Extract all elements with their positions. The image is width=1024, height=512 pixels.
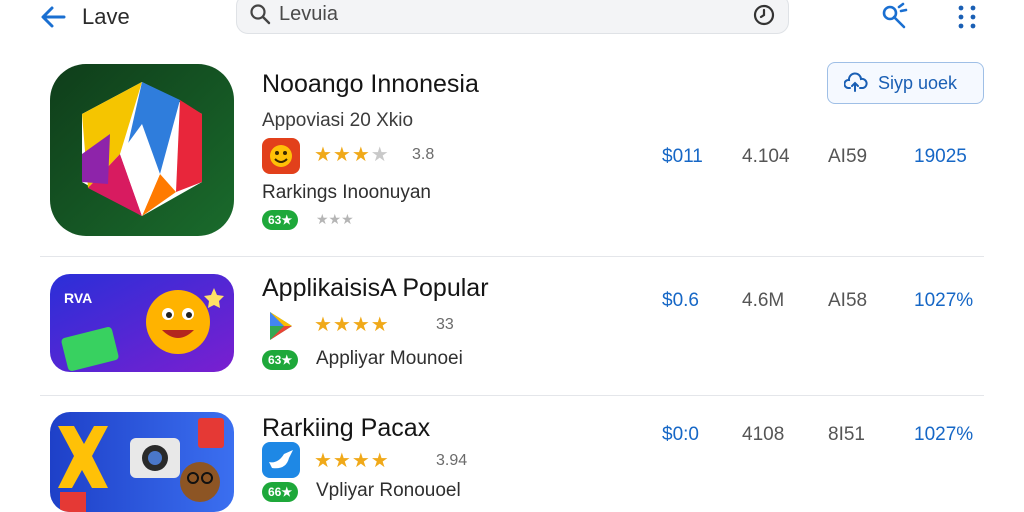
rank-value: 1027% [914, 424, 974, 445]
app-list-item[interactable]: Rarkiing Pacax ★★★★ 3.94 66★ Vpliyar Ron… [40, 404, 984, 512]
back-label: Lave [82, 4, 130, 29]
action-button[interactable]: Siyp uoek [827, 62, 984, 104]
metric-value: 8I51 [828, 424, 865, 445]
rank-value: 19025 [914, 146, 967, 167]
top-bar: Lave [0, 0, 1024, 40]
app-list-item[interactable]: RVA ApplikaisisA Popular ★★★★ 33 63★ App… [40, 266, 984, 390]
status-badge: 66★ [262, 482, 299, 502]
metric-value: AI58 [828, 290, 868, 311]
search-bar[interactable] [236, 0, 789, 34]
price-value: $011 [662, 146, 703, 167]
rating-value: 3.8 [412, 146, 435, 163]
status-badge: 63★ [262, 350, 299, 370]
app-icon-text: RVA [64, 290, 93, 306]
app-sub-label: Appliyar Mounoei [316, 348, 463, 369]
back-arrow-icon [41, 6, 66, 28]
hexagon-w-app-icon[interactable] [50, 64, 234, 236]
emoji-face-icon [262, 138, 300, 174]
cloud-sync-icon [844, 72, 868, 92]
metric-value: AI59 [828, 146, 868, 167]
rating-stars: ★★★★ [314, 314, 390, 336]
action-button-label: Siyp uoek [878, 72, 958, 93]
app-sub-label: Vpliyar Ronouoel [316, 480, 461, 501]
metric-value: 4.104 [742, 146, 790, 167]
metric-value: 4108 [742, 424, 785, 445]
history-clock-icon[interactable] [752, 3, 776, 27]
rating-stars: ★★★★ [314, 144, 390, 166]
small-rating-stars: ★★★ [316, 211, 354, 227]
metric-value: 4.6M [742, 290, 785, 311]
rva-cartoon-app-icon[interactable] [50, 274, 234, 372]
bird-icon [262, 442, 300, 478]
more-vert-icon[interactable] [952, 2, 982, 32]
search-icon [250, 4, 271, 25]
rating-stars: ★★★★ [314, 450, 390, 472]
search-input[interactable] [279, 2, 739, 26]
app-title: Rarkiing Pacax [262, 414, 431, 442]
app-title: Nooango Innonesia [262, 70, 479, 98]
price-value: $0.6 [662, 290, 699, 311]
play-store-icon [262, 308, 300, 344]
rating-value: 33 [436, 316, 454, 333]
rank-value: 1027% [914, 290, 974, 311]
ranking-label: Rarkings Inoonuyan [262, 182, 431, 203]
rating-value: 3.94 [436, 452, 468, 469]
back-button[interactable]: Lave [38, 0, 130, 34]
price-value: $0:0 [662, 424, 699, 445]
camera-collage-app-icon[interactable] [50, 412, 234, 512]
app-subtitle: Appoviasi 20 Xkio [262, 110, 414, 131]
app-list-item[interactable]: Nooango Innonesia Appoviasi 20 Xkio ★★★★… [40, 58, 984, 254]
magic-search-icon[interactable] [879, 2, 909, 32]
divider [40, 256, 984, 257]
divider [40, 395, 984, 396]
app-title: ApplikaisisA Popular [262, 274, 489, 302]
status-badge: 63★ [262, 210, 299, 230]
